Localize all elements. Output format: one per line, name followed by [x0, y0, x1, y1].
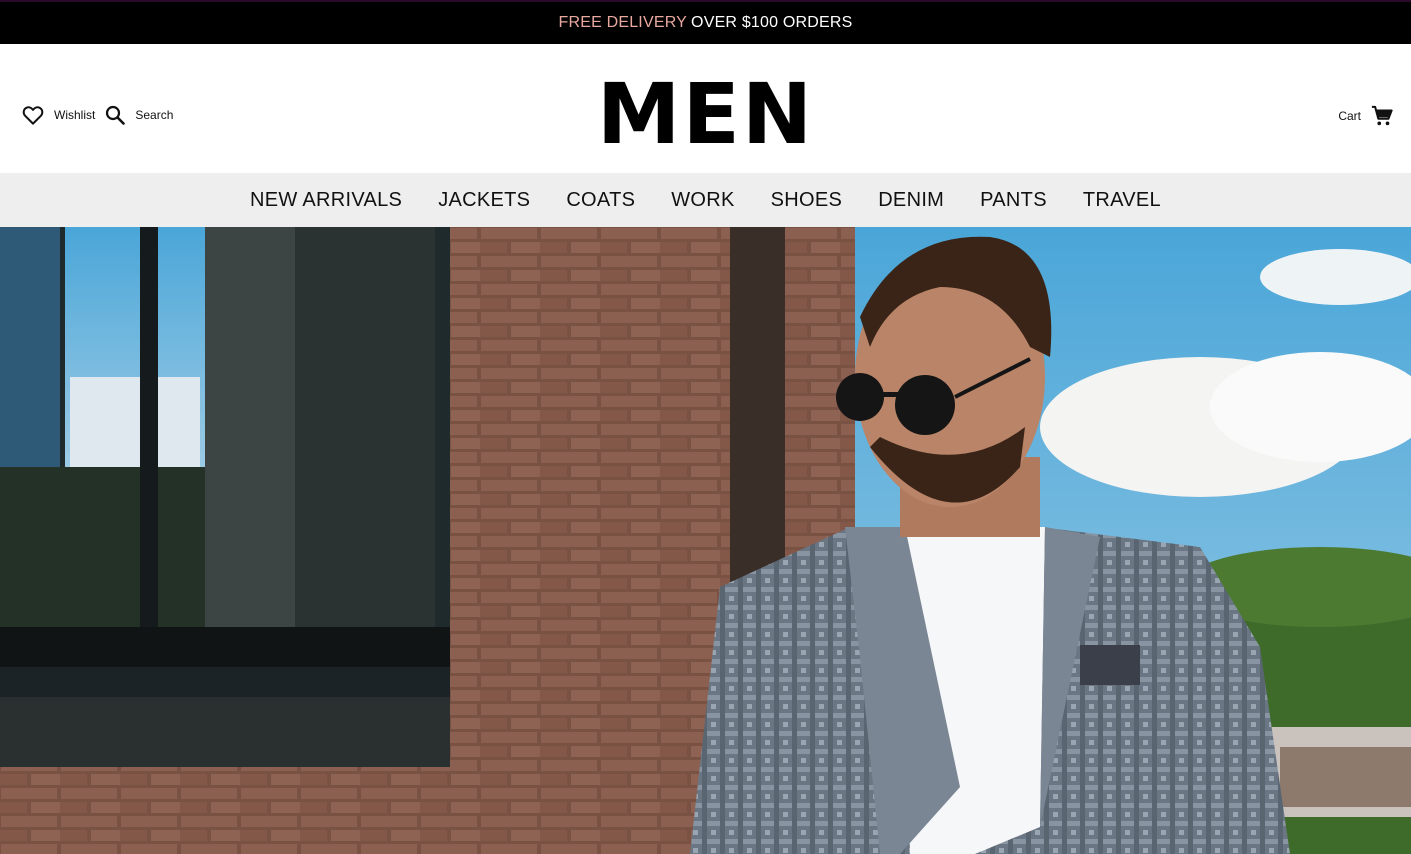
header-utilities-right: Cart: [1338, 105, 1393, 127]
announcement-bar: FREE DELIVERY OVER $100 ORDERS: [0, 0, 1411, 44]
hero-banner[interactable]: [0, 227, 1411, 854]
site-header: Wishlist Search MEN Cart: [0, 44, 1411, 173]
nav-item-travel[interactable]: TRAVEL: [1083, 189, 1161, 212]
nav-item-work[interactable]: WORK: [671, 189, 734, 212]
cart-link[interactable]: Cart: [1338, 105, 1393, 127]
nav-item-denim[interactable]: DENIM: [878, 189, 944, 212]
nav-item-shoes[interactable]: SHOES: [771, 189, 843, 212]
category-nav: NEW ARRIVALS JACKETS COATS WORK SHOES DE…: [0, 173, 1411, 227]
cart-label: Cart: [1338, 109, 1361, 123]
nav-item-new-arrivals[interactable]: NEW ARRIVALS: [250, 189, 402, 212]
announcement-highlight: FREE DELIVERY: [558, 14, 688, 31]
nav-item-coats[interactable]: COATS: [566, 189, 635, 212]
hero-image: [0, 227, 1411, 854]
nav-item-pants[interactable]: PANTS: [980, 189, 1047, 212]
announcement-text: OVER $100 ORDERS: [691, 14, 853, 31]
site-logo[interactable]: MEN: [0, 72, 1411, 156]
cart-icon: [1371, 105, 1393, 126]
nav-item-jackets[interactable]: JACKETS: [438, 189, 530, 212]
